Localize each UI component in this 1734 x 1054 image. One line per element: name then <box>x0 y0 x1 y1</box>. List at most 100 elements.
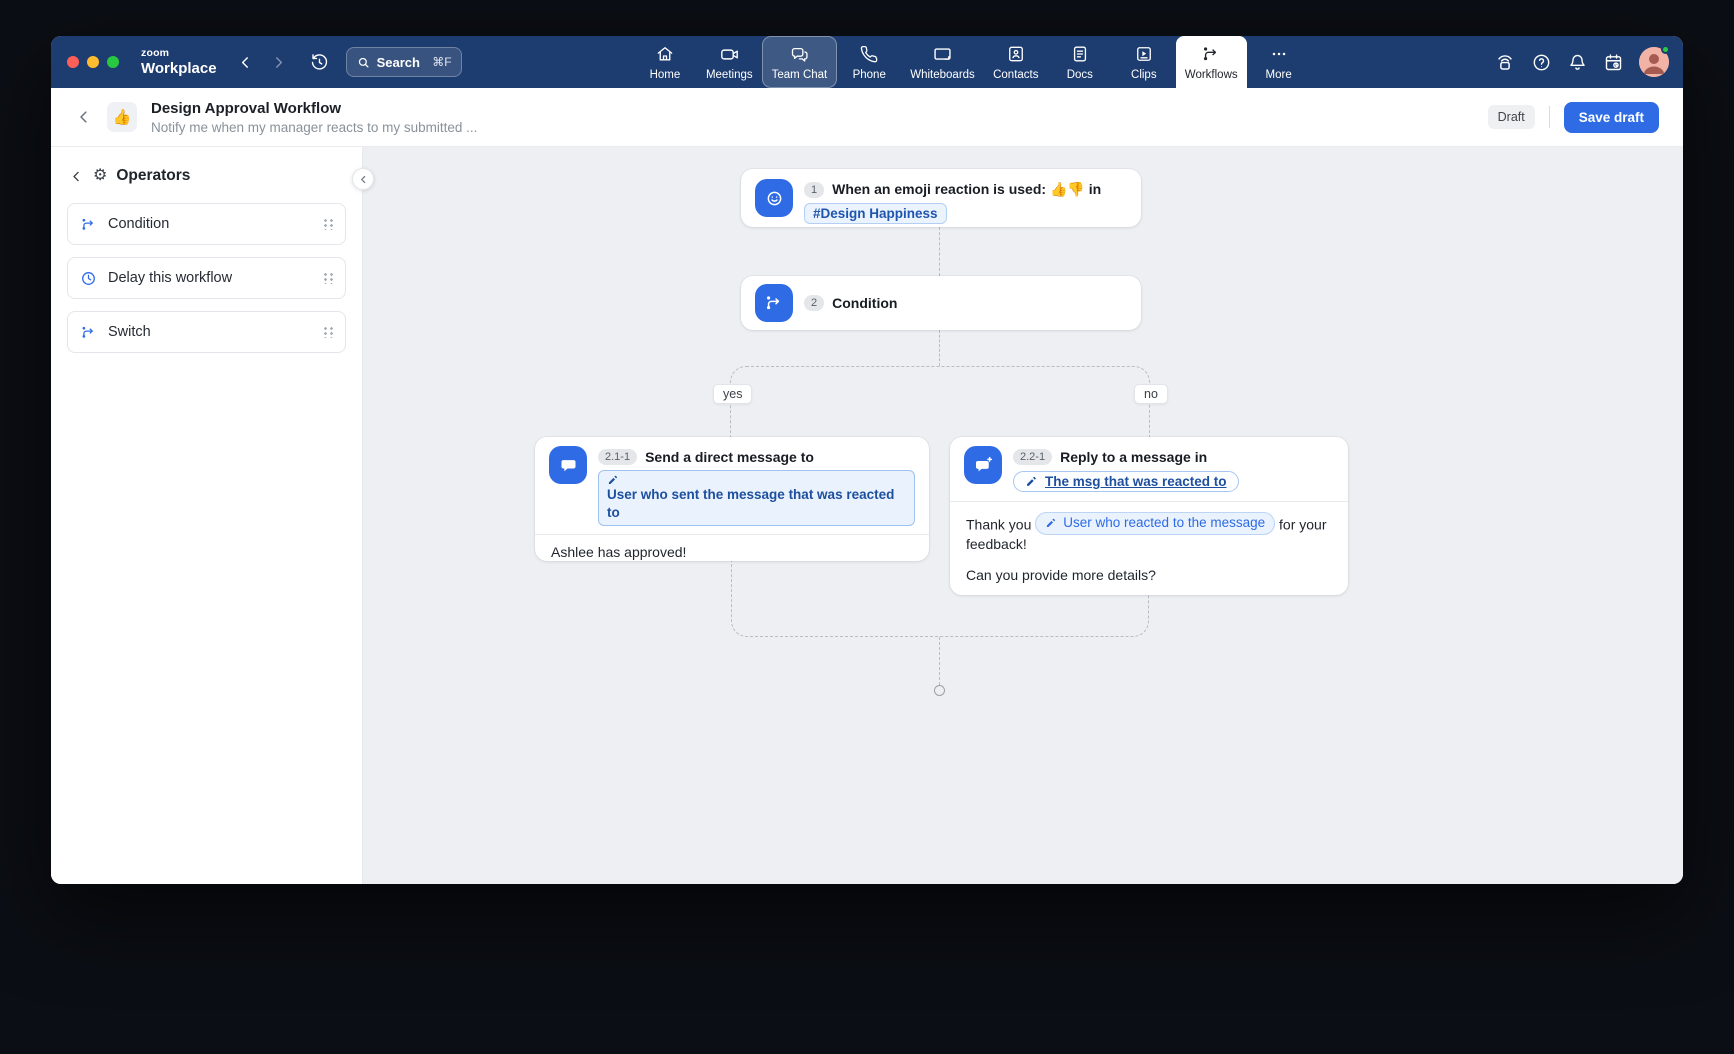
branch-merge-connector <box>939 595 1149 637</box>
dm-recipient-chip[interactable]: User who sent the message that was react… <box>598 470 915 526</box>
connector <box>939 637 940 685</box>
app-window: zoom Workplace Search ⌘F <box>51 36 1683 884</box>
whiteboards-icon <box>932 44 953 65</box>
connector <box>939 227 940 276</box>
drag-handle-icon[interactable] <box>324 271 333 285</box>
tab-team-chat[interactable]: Team Chat <box>762 36 838 88</box>
main-nav-tabs: Home Meetings Team Chat Phone <box>633 36 1311 88</box>
chat-reply-icon <box>964 446 1002 484</box>
trigger-title: When an emoji reaction is used: 👍👎 in <box>832 181 1101 198</box>
branch-label-yes: yes <box>713 384 752 404</box>
companion-device-icon[interactable] <box>1494 51 1516 73</box>
close-window-button[interactable] <box>67 56 79 68</box>
operator-delay[interactable]: Delay this workflow <box>67 257 346 299</box>
divider <box>1549 106 1550 128</box>
back-to-workflows-icon[interactable] <box>75 108 93 126</box>
condition-icon <box>755 284 793 322</box>
tab-clips[interactable]: Clips <box>1112 36 1176 88</box>
emoji-reaction-icon <box>755 179 793 217</box>
channel-chip[interactable]: #Design Happiness <box>804 203 947 224</box>
history-icon[interactable] <box>309 52 330 73</box>
zoom-workplace-logo: zoom Workplace <box>141 48 217 76</box>
collapse-panel-button[interactable] <box>352 168 374 190</box>
more-icon <box>1269 44 1289 65</box>
tab-whiteboards[interactable]: Whiteboards <box>901 36 984 88</box>
minimize-window-button[interactable] <box>87 56 99 68</box>
workflow-emoji-badge: 👍 <box>107 102 137 132</box>
home-icon <box>655 44 675 65</box>
chat-message-icon <box>549 446 587 484</box>
condition-title: Condition <box>832 295 897 311</box>
status-badge: Draft <box>1488 105 1535 129</box>
reply-question-text: Can you provide more details? <box>966 566 1332 585</box>
tab-home[interactable]: Home <box>633 36 697 88</box>
presence-dot <box>1661 45 1670 54</box>
branch-merge-connector <box>731 561 939 637</box>
search-shortcut: ⌘F <box>432 55 451 69</box>
workflows-icon <box>1201 44 1221 65</box>
tab-docs[interactable]: Docs <box>1048 36 1112 88</box>
meetings-icon <box>719 44 740 65</box>
reply-target-chip[interactable]: The msg that was reacted to <box>1013 471 1239 492</box>
operator-label: Switch <box>108 324 151 340</box>
operators-panel: ⚙ Operators Condition Delay this workflo… <box>51 147 363 884</box>
workflow-title[interactable]: Design Approval Workflow <box>151 100 477 118</box>
search-icon <box>356 55 371 70</box>
tab-phone[interactable]: Phone <box>837 36 901 88</box>
workflow-endpoint[interactable] <box>934 685 945 696</box>
step-badge: 2.1-1 <box>598 449 637 465</box>
contacts-icon <box>1006 44 1026 65</box>
panel-title: Operators <box>116 167 190 185</box>
docs-icon <box>1070 44 1090 65</box>
forward-icon[interactable] <box>270 54 287 71</box>
tab-workflows[interactable]: Workflows <box>1176 36 1247 88</box>
step-badge: 1 <box>804 182 824 198</box>
connector <box>939 330 940 366</box>
tab-meetings[interactable]: Meetings <box>697 36 762 88</box>
avatar[interactable] <box>1639 47 1669 77</box>
save-draft-button[interactable]: Save draft <box>1564 102 1659 133</box>
branch-icon <box>80 216 97 233</box>
trigger-node[interactable]: 1 When an emoji reaction is used: 👍👎 in … <box>741 169 1141 227</box>
back-icon[interactable] <box>237 54 254 71</box>
send-dm-node[interactable]: 2.1-1 Send a direct message to User who … <box>535 437 929 561</box>
panel-back-icon[interactable] <box>69 169 84 184</box>
condition-node[interactable]: 2 Condition <box>741 276 1141 330</box>
reply-title: Reply to a message in <box>1060 449 1207 465</box>
team-chat-icon <box>789 44 810 65</box>
tab-contacts[interactable]: Contacts <box>984 36 1048 88</box>
tab-more[interactable]: More <box>1247 36 1311 88</box>
window-controls <box>67 56 119 68</box>
help-icon[interactable] <box>1531 52 1552 73</box>
notifications-icon[interactable] <box>1567 52 1588 73</box>
dm-title: Send a direct message to <box>645 449 814 465</box>
dm-message-text[interactable]: Ashlee has approved! <box>535 535 929 569</box>
calendar-icon[interactable] <box>1603 52 1624 73</box>
workflow-subtitle[interactable]: Notify me when my manager reacts to my s… <box>151 120 477 135</box>
reply-node[interactable]: 2.2-1 Reply to a message in The msg that… <box>950 437 1348 595</box>
search-input[interactable]: Search ⌘F <box>346 47 462 77</box>
branch-split-connector <box>730 366 1150 437</box>
drag-handle-icon[interactable] <box>324 325 333 339</box>
operator-label: Delay this workflow <box>108 270 232 286</box>
fullscreen-window-button[interactable] <box>107 56 119 68</box>
reaction-emojis: 👍👎 <box>1050 181 1085 197</box>
workflow-canvas[interactable]: yes no 1 When an emoji reaction is used:… <box>363 147 1683 884</box>
step-badge: 2 <box>804 295 824 311</box>
titlebar: zoom Workplace Search ⌘F <box>51 36 1683 88</box>
phone-icon <box>860 44 879 65</box>
clips-icon <box>1134 44 1154 65</box>
clock-icon <box>80 270 97 287</box>
reply-message-text[interactable]: Thank you User who reacted to the messag… <box>950 502 1348 597</box>
drag-handle-icon[interactable] <box>324 217 333 231</box>
branch-label-no: no <box>1134 384 1168 404</box>
operator-switch[interactable]: Switch <box>67 311 346 353</box>
step-badge: 2.2-1 <box>1013 449 1052 465</box>
reply-user-chip[interactable]: User who reacted to the message <box>1035 512 1275 535</box>
operator-condition[interactable]: Condition <box>67 203 346 245</box>
search-label: Search <box>377 55 420 70</box>
workflow-header: 👍 Design Approval Workflow Notify me whe… <box>51 88 1683 147</box>
branch-icon <box>80 324 97 341</box>
workflow-title-block: Design Approval Workflow Notify me when … <box>151 100 477 135</box>
operator-label: Condition <box>108 216 169 232</box>
